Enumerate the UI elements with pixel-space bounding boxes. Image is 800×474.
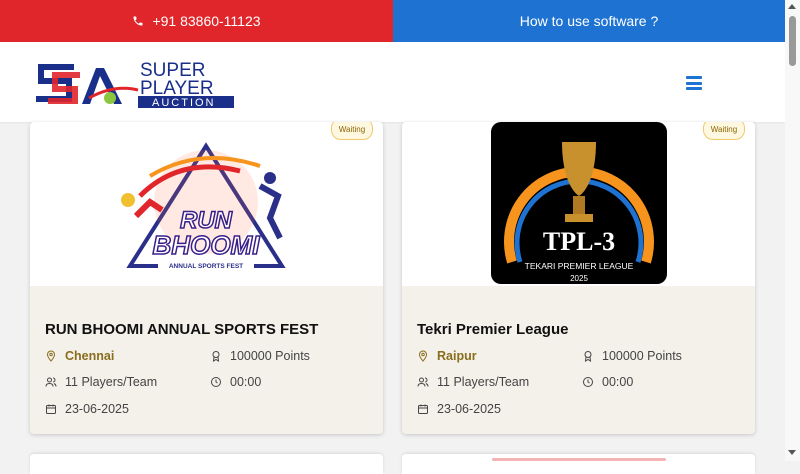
users-icon bbox=[417, 377, 429, 387]
city-info: Raipur bbox=[417, 349, 477, 363]
logo-bhoomi: BHOOMI bbox=[153, 230, 261, 260]
card-image-area: RUN BHOOMI ANNUAL SPORTS FEST bbox=[30, 122, 383, 286]
users-icon bbox=[45, 377, 57, 387]
time-label: 00:00 bbox=[602, 375, 634, 389]
top-contact-bar: +91 83860-11123 How to use software ? bbox=[0, 0, 785, 42]
card-image-area: TPL-3 TEKARI PREMIER LEAGUE 2025 bbox=[402, 122, 755, 286]
card-title[interactable]: Tekri Premier League bbox=[417, 321, 568, 338]
auction-card[interactable]: TPL-3 TEKARI PREMIER LEAGUE 2025 Waiting… bbox=[402, 122, 755, 434]
date-info: 23-06-2025 bbox=[45, 402, 129, 416]
points-label: 100000 Points bbox=[230, 349, 310, 363]
logo-tpl: TPL-3 bbox=[543, 227, 615, 256]
menu-icon[interactable] bbox=[686, 76, 702, 90]
city-info: Chennai bbox=[45, 349, 114, 363]
run-bhoomi-logo: RUN BHOOMI ANNUAL SPORTS FEST bbox=[121, 142, 286, 270]
phone-icon bbox=[132, 15, 144, 27]
how-to-use-link[interactable]: How to use software ? bbox=[393, 0, 785, 42]
points-label: 100000 Points bbox=[602, 349, 682, 363]
scroll-thumb[interactable] bbox=[789, 16, 796, 66]
brand-player: PLAYER bbox=[140, 78, 214, 99]
medal-icon bbox=[212, 351, 220, 362]
date-label: 23-06-2025 bbox=[65, 402, 129, 416]
date-info: 23-06-2025 bbox=[417, 402, 501, 416]
location-pin-icon bbox=[46, 350, 56, 362]
scroll-down-arrow-icon[interactable] bbox=[788, 450, 796, 455]
logo-annual: ANNUAL SPORTS FEST bbox=[169, 263, 243, 270]
tpl-logo: TPL-3 TEKARI PREMIER LEAGUE 2025 bbox=[491, 122, 667, 284]
clock-icon bbox=[211, 377, 221, 387]
points-info: 100000 Points bbox=[582, 349, 682, 363]
players-info: 11 Players/Team bbox=[45, 375, 157, 389]
page-scrollbar[interactable] bbox=[785, 0, 800, 461]
status-badge: Waiting bbox=[703, 122, 745, 140]
calendar-icon bbox=[418, 404, 428, 414]
card-title[interactable]: RUN BHOOMI ANNUAL SPORTS FEST bbox=[45, 321, 318, 338]
auction-card-partial[interactable] bbox=[402, 454, 755, 474]
scroll-up-arrow-icon[interactable] bbox=[788, 4, 796, 9]
logo-year: 2025 bbox=[570, 274, 588, 283]
calendar-icon bbox=[46, 404, 56, 414]
site-header: SUPER PLAYER AUCTION bbox=[0, 42, 785, 122]
phone-number[interactable]: +91 83860-11123 bbox=[152, 13, 260, 29]
players-label: 11 Players/Team bbox=[65, 375, 158, 389]
medal-icon bbox=[584, 351, 592, 362]
time-info: 00:00 bbox=[210, 375, 261, 389]
time-label: 00:00 bbox=[230, 375, 262, 389]
status-badge: Waiting bbox=[331, 122, 373, 140]
auction-card-partial[interactable] bbox=[30, 454, 383, 474]
location-pin-icon bbox=[418, 350, 428, 362]
points-info: 100000 Points bbox=[210, 349, 310, 363]
time-info: 00:00 bbox=[582, 375, 633, 389]
players-info: 11 Players/Team bbox=[417, 375, 529, 389]
date-label: 23-06-2025 bbox=[437, 402, 501, 416]
phone-contact[interactable]: +91 83860-11123 bbox=[0, 0, 393, 42]
city-label: Raipur bbox=[437, 349, 477, 363]
auction-card[interactable]: RUN BHOOMI ANNUAL SPORTS FEST Waiting RU… bbox=[30, 122, 383, 434]
clock-icon bbox=[583, 377, 593, 387]
super-player-auction-logo[interactable]: SUPER PLAYER AUCTION bbox=[34, 54, 234, 108]
brand-auction: AUCTION bbox=[152, 97, 216, 108]
city-label: Chennai bbox=[65, 349, 115, 363]
players-label: 11 Players/Team bbox=[437, 375, 530, 389]
logo-tekari: TEKARI PREMIER LEAGUE bbox=[525, 261, 634, 271]
